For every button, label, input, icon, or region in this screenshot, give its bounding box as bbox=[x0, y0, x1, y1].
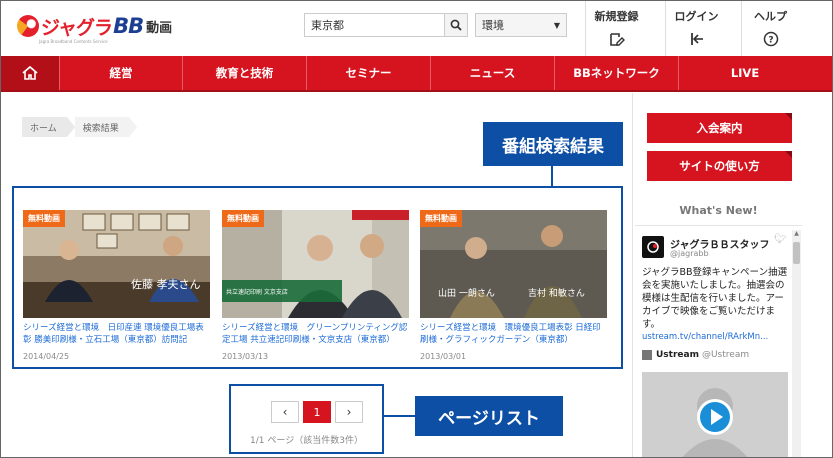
nav-item-seminar[interactable]: セミナー bbox=[306, 56, 430, 90]
svg-text:山田 一朗さん: 山田 一朗さん bbox=[438, 287, 495, 299]
edit-icon bbox=[608, 30, 626, 48]
chevron-left-icon: ‹ bbox=[282, 405, 288, 419]
video-card[interactable]: 山田 一朗さん 吉村 和敏さん 無料動画 シリーズ経営と環境 環境優良工場表彰 … bbox=[420, 210, 607, 361]
ustream-handle: @Ustream bbox=[701, 350, 750, 360]
help-link[interactable]: ヘルプ ? bbox=[741, 1, 799, 56]
play-icon[interactable] bbox=[696, 398, 734, 436]
svg-text:佐藤 孝夫さん: 佐藤 孝夫さん bbox=[131, 277, 201, 291]
pagination-info: 1/1 ページ（該当件数3件） bbox=[250, 436, 363, 446]
svg-text:?: ? bbox=[768, 36, 773, 46]
category-select[interactable]: 環境 ▼ bbox=[475, 13, 567, 37]
help-icon: ? bbox=[762, 30, 780, 48]
ustream-video-preview[interactable] bbox=[642, 372, 788, 457]
free-video-badge: 無料動画 bbox=[420, 210, 462, 227]
callout-page-list: ページリスト bbox=[415, 396, 563, 436]
search-input[interactable]: 東京都 bbox=[304, 13, 445, 37]
video-date: 2013/03/01 bbox=[420, 352, 467, 361]
avatar[interactable] bbox=[642, 236, 664, 258]
page-1-button[interactable]: 1 bbox=[303, 401, 331, 423]
callout-search-results: 番組検索結果 bbox=[483, 122, 623, 166]
nav-item-management[interactable]: 経営 bbox=[59, 56, 182, 90]
search-results-box: 佐藤 孝夫さん 無料動画 シリーズ経営と環境 日印産連 環境優良工場表彰 勝美印… bbox=[12, 186, 623, 369]
video-thumbnail[interactable]: 山田 一朗さん 吉村 和敏さん 無料動画 bbox=[420, 210, 607, 318]
sidebar: 入会案内 サイトの使い方 What's New! ジャグラＢＢスタッフ @jag… bbox=[632, 93, 803, 457]
breadcrumb-current: 検索結果 bbox=[74, 117, 137, 137]
search-button[interactable] bbox=[444, 13, 468, 37]
whats-new-heading: What's New! bbox=[679, 204, 758, 217]
video-title-link[interactable]: シリーズ経営と環境 環境優良工場表彰 日経印刷様・グラフィックガーデン（東京都） bbox=[420, 322, 607, 346]
ustream-card-header[interactable]: Ustream @Ustream bbox=[642, 350, 749, 360]
scrollbar-thumb[interactable] bbox=[793, 242, 800, 264]
callout-connector bbox=[551, 166, 553, 186]
video-card[interactable]: 共立速記印刷 文京支店 無料動画 シリーズ経営と環境 グリーンプリンティング認定… bbox=[222, 210, 409, 361]
video-date: 2014/04/25 bbox=[23, 352, 70, 361]
tweet-link[interactable]: ustream.tv/channel/RArkMn... bbox=[642, 332, 768, 342]
callout-connector bbox=[384, 415, 415, 417]
site-logo[interactable]: ジャグラ BB 動画 Jagra Broadband Contents Serv… bbox=[17, 11, 173, 44]
video-thumbnail[interactable]: 共立速記印刷 文京支店 無料動画 bbox=[222, 210, 409, 318]
chevron-right-icon: › bbox=[346, 405, 352, 419]
svg-text:吉村 和敏さん: 吉村 和敏さん bbox=[528, 287, 585, 299]
nav-item-live[interactable]: LIVE bbox=[678, 56, 811, 90]
jagra-logo-icon bbox=[647, 241, 659, 253]
register-label: 新規登録 bbox=[594, 10, 639, 23]
login-icon bbox=[688, 30, 706, 48]
video-title-link[interactable]: シリーズ経営と環境 日印産連 環境優良工場表彰 勝美印刷様・立石工場（東京都）訪… bbox=[23, 322, 210, 346]
video-thumbnail[interactable]: 佐藤 孝夫さん 無料動画 bbox=[23, 210, 210, 318]
help-label: ヘルプ bbox=[754, 10, 787, 23]
logo-brand-suffix: 動画 bbox=[146, 20, 173, 36]
search-icon bbox=[450, 19, 462, 31]
logo-brand-kana: ジャグラ bbox=[41, 16, 113, 39]
register-link[interactable]: 新規登録 bbox=[585, 1, 647, 56]
timeline-scrollbar[interactable]: ▲ bbox=[792, 230, 801, 457]
twitter-bird-icon: 🐦︎ bbox=[774, 234, 787, 245]
home-icon bbox=[22, 66, 38, 80]
nav-item-education[interactable]: 教育と技術 bbox=[182, 56, 306, 90]
nav-home[interactable] bbox=[1, 56, 59, 90]
ustream-avatar-icon bbox=[642, 350, 652, 360]
category-select-value: 環境 bbox=[482, 19, 504, 32]
prev-page-button[interactable]: ‹ bbox=[271, 401, 299, 423]
site-header: ジャグラ BB 動画 Jagra Broadband Contents Serv… bbox=[1, 1, 832, 56]
logo-brand-bb: BB bbox=[113, 14, 144, 38]
video-title-link[interactable]: シリーズ経営と環境 グリーンプリンティング認定工場 共立速記印刷様・文京支店（東… bbox=[222, 322, 409, 346]
tweet-author-handle[interactable]: @jagrabb bbox=[670, 249, 709, 258]
breadcrumb-home[interactable]: ホーム bbox=[22, 117, 75, 137]
free-video-badge: 無料動画 bbox=[23, 210, 65, 227]
tweet-text: ジャグラBB登録キャンペーン抽選会を実施いたしました。抽選会の模様は生配信を行い… bbox=[642, 267, 788, 330]
svg-text:共立速記印刷 文京支店: 共立速記印刷 文京支店 bbox=[226, 288, 288, 296]
membership-button[interactable]: 入会案内 bbox=[647, 113, 792, 143]
logo-flame-icon bbox=[17, 15, 39, 37]
login-label: ログイン bbox=[674, 10, 719, 23]
free-video-badge: 無料動画 bbox=[222, 210, 264, 227]
chevron-down-icon: ▼ bbox=[553, 20, 560, 30]
main-nav: 経営 教育と技術 セミナー ニュース BBネットワーク LIVE bbox=[1, 56, 832, 92]
nav-item-bb-network[interactable]: BBネットワーク bbox=[554, 56, 678, 90]
video-date: 2013/03/13 bbox=[222, 352, 269, 361]
nav-item-news[interactable]: ニュース bbox=[430, 56, 554, 90]
scroll-up-icon[interactable]: ▲ bbox=[793, 230, 800, 238]
site-guide-button[interactable]: サイトの使い方 bbox=[647, 151, 792, 181]
breadcrumb: ホーム 検索結果 bbox=[22, 117, 137, 137]
next-page-button[interactable]: › bbox=[335, 401, 363, 423]
twitter-timeline: ジャグラＢＢスタッフ @jagrabb 🐦︎ ジャグラBB登録キャンペーン抽選会… bbox=[635, 225, 802, 457]
page-frame: ジャグラ BB 動画 Jagra Broadband Contents Serv… bbox=[0, 0, 833, 458]
ustream-name: Ustream bbox=[656, 350, 699, 360]
login-link[interactable]: ログイン bbox=[665, 1, 727, 56]
pagination-box: ‹ 1 › 1/1 ページ（該当件数3件） bbox=[229, 384, 384, 454]
logo-tagline: Jagra Broadband Contents Service bbox=[39, 39, 108, 44]
video-card[interactable]: 佐藤 孝夫さん 無料動画 シリーズ経営と環境 日印産連 環境優良工場表彰 勝美印… bbox=[23, 210, 210, 361]
